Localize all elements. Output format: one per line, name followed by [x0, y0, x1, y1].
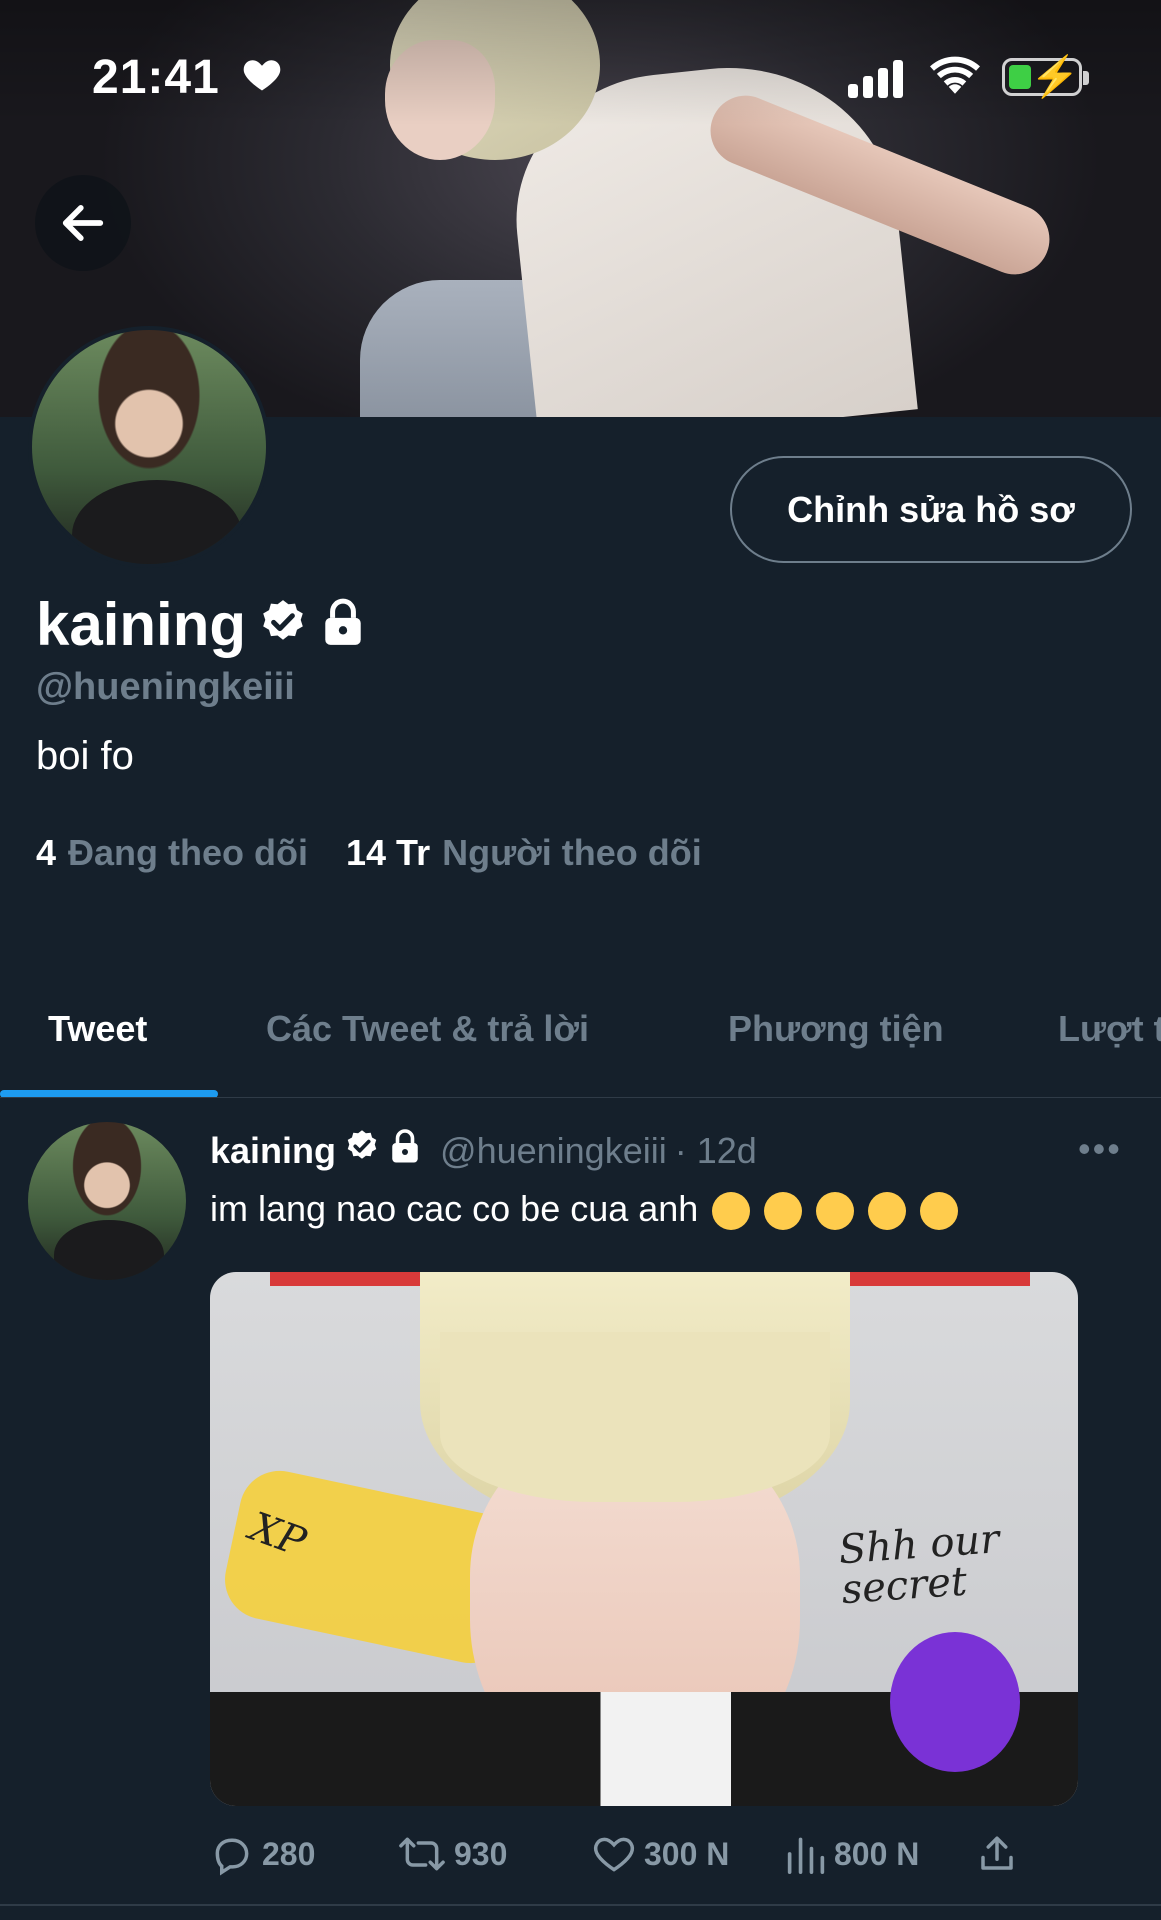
purple-devil-drawing	[890, 1632, 1020, 1772]
tweet-body: im lang nao cac co be cua anh	[210, 1188, 699, 1229]
shushing-face-emoji-icon	[712, 1192, 751, 1231]
tab-media[interactable]: Phương tiện	[728, 1008, 944, 1050]
charging-bolt-icon: ⚡	[1030, 55, 1080, 99]
profile-name-row: kaining	[36, 590, 366, 659]
tab-tweets-replies[interactable]: Các Tweet & trả lời	[266, 1008, 589, 1050]
retweet-button[interactable]: 930	[398, 1832, 507, 1876]
wifi-icon	[930, 54, 980, 98]
reply-icon	[215, 1838, 249, 1876]
like-button[interactable]: 300 N	[592, 1832, 729, 1876]
profile-handle: @hueningkeiii	[36, 666, 295, 708]
tweet-avatar[interactable]	[28, 1122, 186, 1280]
profile-tabs: Tweet Các Tweet & trả lời Phương tiện Lư…	[0, 990, 1161, 1100]
arrow-left-icon	[62, 205, 104, 241]
tabs-divider	[0, 1097, 1161, 1098]
media-handwritten-note: Shh our secret	[837, 1516, 1001, 1614]
share-icon	[981, 1836, 1013, 1870]
tweet-author-name[interactable]: kaining	[210, 1130, 336, 1172]
reply-button[interactable]: 280	[210, 1832, 315, 1876]
back-button[interactable]	[35, 175, 131, 271]
profile-avatar[interactable]	[28, 326, 270, 568]
retweet-count: 930	[454, 1835, 508, 1872]
like-count: 300 N	[644, 1835, 730, 1872]
views-button[interactable]: 800 N	[786, 1832, 919, 1876]
lock-icon	[320, 597, 366, 652]
view-count: 800 N	[834, 1835, 920, 1872]
tab-tweets[interactable]: Tweet	[48, 1008, 147, 1050]
heart-icon	[240, 52, 284, 104]
tweet-actions: 280 930 300 N 800 N	[210, 1832, 1070, 1888]
status-time: 21:41	[92, 51, 220, 104]
tweet-divider	[0, 1904, 1161, 1906]
lock-icon	[388, 1128, 422, 1173]
halo-emoji-icon	[868, 1192, 907, 1231]
edit-profile-button[interactable]: Chỉnh sửa hồ sơ	[730, 456, 1132, 563]
more-options-icon[interactable]: •••	[1078, 1128, 1122, 1170]
winking-tongue-emoji-icon	[816, 1192, 855, 1231]
verified-badge-icon	[344, 1128, 380, 1173]
profile-name: kaining	[36, 591, 247, 658]
heart-eyes-emoji-icon	[920, 1192, 959, 1231]
heart-outline-icon	[593, 1837, 635, 1872]
profile-bio: boi fo	[36, 734, 134, 778]
profile-stats: 4 Đang theo dõi 14 Tr Người theo dõi	[36, 832, 728, 874]
tweet-author-handle[interactable]: @hueningkeiii	[440, 1130, 667, 1172]
reply-count: 280	[262, 1835, 316, 1872]
tweet-header: kaining @hueningkeiii · 12d	[210, 1128, 757, 1173]
avatar-figure	[72, 480, 242, 564]
battery-charging-icon: ⚡	[1002, 55, 1089, 99]
following-label[interactable]: Đang theo dõi	[68, 832, 308, 874]
battery-level	[1009, 65, 1031, 89]
status-bar: 21:41 ⚡	[0, 0, 1161, 160]
avatar-figure	[54, 1220, 164, 1280]
followers-label[interactable]: Người theo dõi	[442, 832, 702, 874]
tab-likes[interactable]: Lượt t	[1058, 1008, 1161, 1050]
followers-count[interactable]: 14 Tr	[346, 832, 430, 874]
tweet-time: · 12d	[674, 1129, 757, 1171]
battery-cap	[1083, 71, 1089, 85]
analytics-bars-icon	[787, 1837, 825, 1874]
tears-of-joy-emoji-icon	[764, 1192, 803, 1231]
media-bangs	[440, 1332, 830, 1502]
tweet-text: im lang nao cac co be cua anh	[210, 1188, 959, 1231]
following-count[interactable]: 4	[36, 832, 56, 874]
cellular-signal-icon	[848, 58, 908, 98]
retweet-icon	[399, 1837, 445, 1871]
share-button[interactable]	[976, 1832, 1018, 1876]
verified-badge-icon	[258, 597, 308, 652]
tweet-media-image[interactable]: Shh our secret XP	[210, 1272, 1078, 1806]
